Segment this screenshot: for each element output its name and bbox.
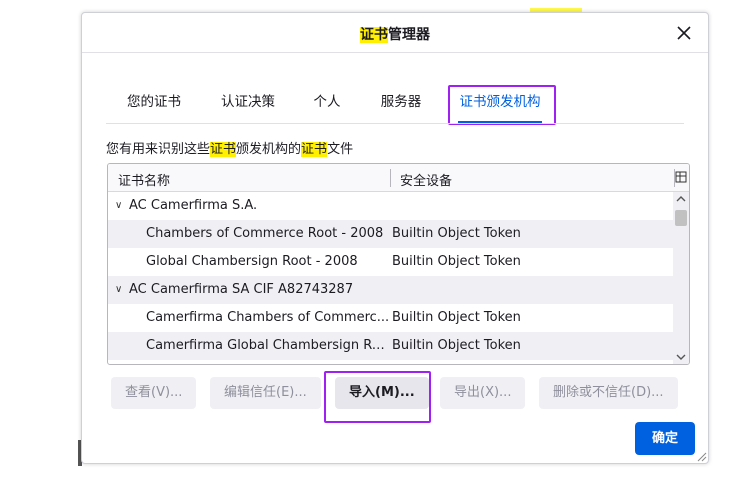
- cert-device: Builtin Object Token: [392, 226, 521, 241]
- certificate-manager-dialog: 证书管理器 您的证书 认证决策 个人 服务器 证书颁发机构 您有用来识别这些证书…: [81, 12, 709, 464]
- title-rest: 管理器: [388, 27, 430, 43]
- resize-grip-icon[interactable]: [695, 450, 707, 462]
- title-highlight: 证书: [360, 27, 388, 43]
- close-icon: [677, 26, 691, 40]
- group-label: AC Camerfirma S.A.: [129, 198, 258, 213]
- scrollbar-thumb[interactable]: [675, 210, 687, 226]
- dialog-title: 证书管理器: [82, 24, 708, 44]
- cert-name: Global Chambersign Root - 2008: [146, 254, 358, 269]
- desc-part: 您有用来识别这些: [106, 142, 211, 157]
- desc-part: 颁发机构的: [236, 142, 302, 157]
- description-text: 您有用来识别这些证书颁发机构的证书文件: [106, 138, 353, 157]
- tab-servers[interactable]: 服务器: [378, 83, 424, 123]
- scroll-down-arrow-icon[interactable]: [676, 353, 686, 361]
- twisty-expanded-icon[interactable]: ∨: [115, 192, 127, 220]
- ok-button[interactable]: 确定: [635, 422, 695, 455]
- column-header-security-device[interactable]: 安全设备: [400, 170, 452, 189]
- edit-trust-button[interactable]: 编辑信任(E)...: [210, 377, 321, 409]
- tree-header: 证书名称 安全设备: [108, 164, 689, 192]
- tab-label: 您的证书: [127, 94, 181, 110]
- cert-name: Chambers of Commerce Root - 2008: [146, 226, 384, 241]
- column-header-cert-name[interactable]: 证书名称: [118, 170, 170, 189]
- delete-or-distrust-button[interactable]: 删除或不信任(D)...: [539, 377, 678, 409]
- desc-part: 文件: [327, 142, 354, 157]
- tree-item-row[interactable]: Camerfirma Chambers of Commerc... Builti…: [108, 304, 674, 332]
- cert-device: Builtin Object Token: [392, 310, 521, 325]
- tab-label: 个人: [313, 94, 341, 110]
- tree-group-row[interactable]: ∨ AC Camerfirma SA CIF A82743287: [108, 276, 674, 304]
- cert-device: Builtin Object Token: [392, 254, 521, 269]
- cert-device: Builtin Object Token: [392, 338, 521, 353]
- view-button[interactable]: 查看(V)...: [111, 377, 197, 409]
- tree-group-row[interactable]: ∨ AC Camerfirma S.A.: [108, 192, 674, 220]
- tab-authentication-decisions[interactable]: 认证决策: [218, 83, 278, 123]
- tabs-divider: [106, 123, 684, 124]
- certificate-tree[interactable]: 证书名称 安全设备 ∨ AC Camerfirma S.A. Chambers …: [107, 163, 690, 365]
- group-label: AC Camerfirma SA CIF A82743287: [129, 282, 354, 297]
- annotation-box-import-button: [324, 371, 431, 423]
- desc-highlight: 证书: [210, 142, 237, 157]
- desc-highlight: 证书: [301, 142, 328, 157]
- tab-label: 认证决策: [221, 94, 275, 110]
- dialog-titlebar: 证书管理器: [82, 13, 708, 53]
- export-button[interactable]: 导出(X)...: [440, 377, 526, 409]
- cert-name: Camerfirma Chambers of Commerc...: [146, 310, 390, 325]
- close-button[interactable]: [674, 23, 694, 43]
- twisty-expanded-icon[interactable]: ∨: [115, 276, 127, 304]
- tree-item-row[interactable]: Camerfirma Global Chambersign Ro... Buil…: [108, 332, 674, 360]
- cert-name: Camerfirma Global Chambersign Ro...: [146, 338, 390, 353]
- scroll-up-arrow-icon[interactable]: [676, 195, 686, 203]
- column-splitter[interactable]: [390, 169, 391, 187]
- tree-item-row[interactable]: Global Chambersign Root - 2008 Builtin O…: [108, 248, 674, 276]
- tab-label: 服务器: [380, 94, 422, 110]
- column-picker-icon[interactable]: [675, 170, 687, 184]
- tree-item-row[interactable]: Chambers of Commerce Root - 2008 Builtin…: [108, 220, 674, 248]
- tab-your-certificates[interactable]: 您的证书: [124, 83, 184, 123]
- tab-people[interactable]: 个人: [310, 83, 344, 123]
- annotation-box-authorities-tab: [448, 85, 556, 125]
- tree-scrollbar[interactable]: [673, 192, 689, 364]
